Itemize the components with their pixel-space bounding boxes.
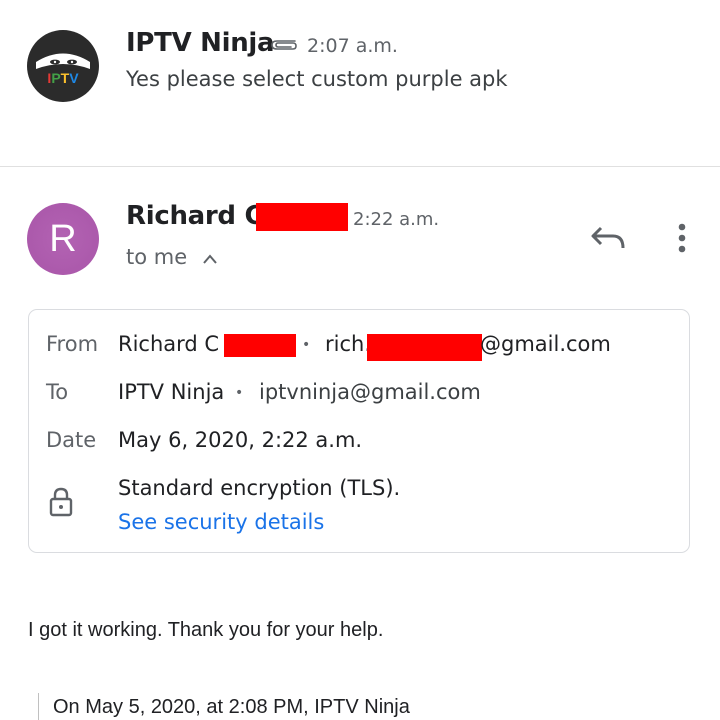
from-label: From <box>46 332 99 356</box>
from-name: Richard C <box>118 332 220 356</box>
message-snippet[interactable]: Yes please select custom purple apk <box>126 67 508 91</box>
date-value: May 6, 2020, 2:22 a.m. <box>118 428 363 452</box>
lock-icon <box>49 486 73 518</box>
reply-icon[interactable] <box>589 222 629 254</box>
to-email: iptvninja@gmail.com <box>259 380 481 404</box>
sender-name: IPTV Ninja <box>126 28 275 58</box>
sender-avatar-richard[interactable]: R <box>27 203 99 275</box>
see-security-details-link[interactable]: See security details <box>118 510 324 534</box>
quote-bar <box>38 693 39 720</box>
quoted-header: On May 5, 2020, at 2:08 PM, IPTV Ninja <box>53 696 410 718</box>
separator-dot: • <box>302 337 311 353</box>
redaction-box <box>256 203 348 231</box>
to-label: To <box>46 380 69 404</box>
to-name: IPTV Ninja <box>118 380 225 404</box>
from-email-suffix: @gmail.com <box>480 332 611 356</box>
date-label: Date <box>46 428 97 452</box>
separator-dot: • <box>235 385 244 401</box>
more-vert-icon[interactable] <box>670 220 694 256</box>
chevron-up-icon[interactable] <box>202 250 218 264</box>
sender-name: Richard C <box>126 201 264 231</box>
redaction-box <box>367 334 482 361</box>
from-email-prefix: rich. <box>325 332 371 356</box>
sender-avatar-iptv-ninja[interactable]: IPTV <box>26 29 100 103</box>
svg-text:IPTV: IPTV <box>47 70 79 86</box>
recipient-toggle[interactable]: to me <box>126 245 187 269</box>
redaction-box <box>224 334 296 357</box>
encryption-text: Standard encryption (TLS). <box>118 476 401 500</box>
message-body: I got it working. Thank you for your hel… <box>28 619 384 641</box>
attachment-icon <box>269 36 299 52</box>
message-divider <box>0 166 720 167</box>
message-time: 2:22 a.m. <box>353 209 440 230</box>
message-time: 2:07 a.m. <box>307 35 398 57</box>
